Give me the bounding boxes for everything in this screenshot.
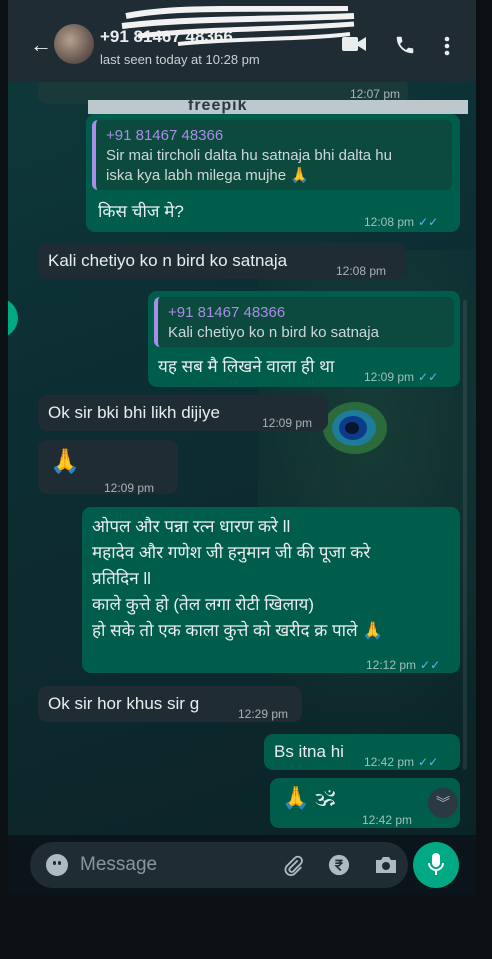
scroll-to-bottom-button[interactable]: ︾: [428, 788, 458, 818]
message-time-wrap: 12:09 pm ✓✓: [364, 365, 438, 389]
microphone-button[interactable]: [413, 842, 459, 888]
message-time: 12:08 pm: [336, 264, 387, 278]
message-text: यह सब मै लिखने वाला ही था: [158, 357, 335, 376]
double-chevron-down-icon: ︾: [436, 795, 450, 811]
message-time: 12:42 pm: [362, 813, 413, 827]
watermark-text: freepik: [188, 97, 248, 114]
message-time: 12:09 pm: [104, 481, 155, 495]
quoted-sender: +91 81467 48366: [168, 304, 286, 321]
peacock-feather-decoration: [323, 402, 387, 454]
scrollbar[interactable]: [463, 300, 467, 770]
chat-header: ← +91 81467 48366 last seen today at 10:…: [8, 0, 476, 82]
quoted-text-line: Kali chetiyo ko n bird ko satnaja: [168, 324, 379, 341]
message-bubble-outgoing[interactable]: ओपल और पन्ना रत्न धारण करे ll महादेव और …: [82, 507, 460, 673]
message-text: Kali chetiyo ko n bird ko satnaja: [48, 251, 288, 270]
read-ticks-icon: ✓✓: [418, 370, 439, 384]
message-bubble-incoming[interactable]: Ok sir bki bhi likh dijiye 12:09 pm: [38, 395, 328, 431]
message-time: 12:09 pm: [262, 416, 313, 430]
message-time: 12:42 pm: [364, 755, 415, 769]
message-emoji: 🙏: [50, 448, 80, 475]
message-time-wrap: 12:12 pm ✓✓: [366, 653, 440, 677]
message-bubble-outgoing[interactable]: Bs itna hi 12:42 pm ✓✓: [264, 734, 460, 770]
more-options-icon[interactable]: [444, 36, 450, 56]
message-bubble-incoming[interactable]: Kali chetiyo ko n bird ko satnaja 12:08 …: [38, 243, 406, 279]
read-ticks-icon: ✓✓: [418, 215, 439, 229]
avatar[interactable]: [54, 24, 94, 64]
redaction-scribble: [121, 6, 355, 46]
camera-icon[interactable]: [374, 855, 398, 875]
side-tab: [8, 298, 18, 338]
message-time-wrap: 12:42 pm ✓✓: [364, 750, 438, 774]
message-bubble-incoming[interactable]: 🙏 12:09 pm: [38, 440, 178, 495]
attachment-icon[interactable]: [282, 855, 304, 877]
message-text-line: ओपल और पन्ना रत्न धारण करे ll: [92, 517, 291, 536]
message-input[interactable]: Message: [80, 854, 157, 876]
read-ticks-icon: ✓✓: [420, 658, 441, 672]
message-time: 12:12 pm: [366, 658, 417, 672]
chat-screen: ← +91 81467 48366 last seen today at 10:…: [8, 0, 476, 895]
message-time: 12:29 pm: [238, 707, 289, 721]
message-time-wrap: 12:08 pm ✓✓: [364, 210, 438, 234]
read-ticks-icon: ✓✓: [418, 755, 439, 769]
message-text: Ok sir bki bhi likh dijiye: [48, 403, 220, 422]
message-bubble-outgoing[interactable]: +91 81467 48366 Kali chetiyo ko n bird k…: [148, 291, 460, 387]
message-text: Bs itna hi: [274, 742, 344, 761]
message-text: किस चीज मे?: [98, 202, 184, 221]
message-emoji: 🙏 🕉: [282, 785, 336, 810]
quoted-message[interactable]: +91 81467 48366 Sir mai tircholi dalta h…: [92, 120, 452, 190]
quoted-message[interactable]: +91 81467 48366 Kali chetiyo ko n bird k…: [154, 297, 454, 347]
message-input-box[interactable]: Message: [30, 842, 408, 888]
message-time: 12:09 pm: [364, 370, 415, 384]
message-bubble-incoming[interactable]: Ok sir hor khus sir g 12:29 pm: [38, 686, 302, 722]
message-text: Ok sir hor khus sir g: [48, 694, 200, 713]
video-call-icon[interactable]: [342, 36, 366, 52]
rupee-payment-icon[interactable]: [328, 854, 350, 876]
message-text-line: प्रतिदिन ll: [92, 569, 151, 588]
message-time: 12:08 pm: [364, 215, 415, 229]
message-text-line: महादेव और गणेश जी हनुमान जी की पूजा करे: [92, 543, 371, 562]
message-bubble-outgoing[interactable]: +91 81467 48366 Sir mai tircholi dalta h…: [86, 114, 460, 232]
emoji-icon[interactable]: [46, 854, 68, 876]
quoted-sender: +91 81467 48366: [106, 127, 224, 144]
quoted-text-line: iska kya labh milega mujhe 🙏: [106, 167, 309, 184]
last-seen-status: last seen today at 10:28 pm: [100, 52, 260, 67]
quoted-text-line: Sir mai tircholi dalta hu satnaja bhi da…: [106, 147, 392, 164]
phone-call-icon[interactable]: [394, 34, 416, 56]
watermark-band: freepik: [88, 97, 468, 114]
message-text-line: काले कुत्ते हो (तेल लगा रोटी खिलाय): [92, 595, 315, 614]
back-arrow-icon[interactable]: ←: [30, 32, 52, 58]
message-text-line: हो सके तो एक काला कुत्ते को खरीद क्र पाल…: [92, 621, 384, 640]
microphone-icon: [428, 853, 444, 875]
message-input-bar: Message: [8, 835, 476, 895]
